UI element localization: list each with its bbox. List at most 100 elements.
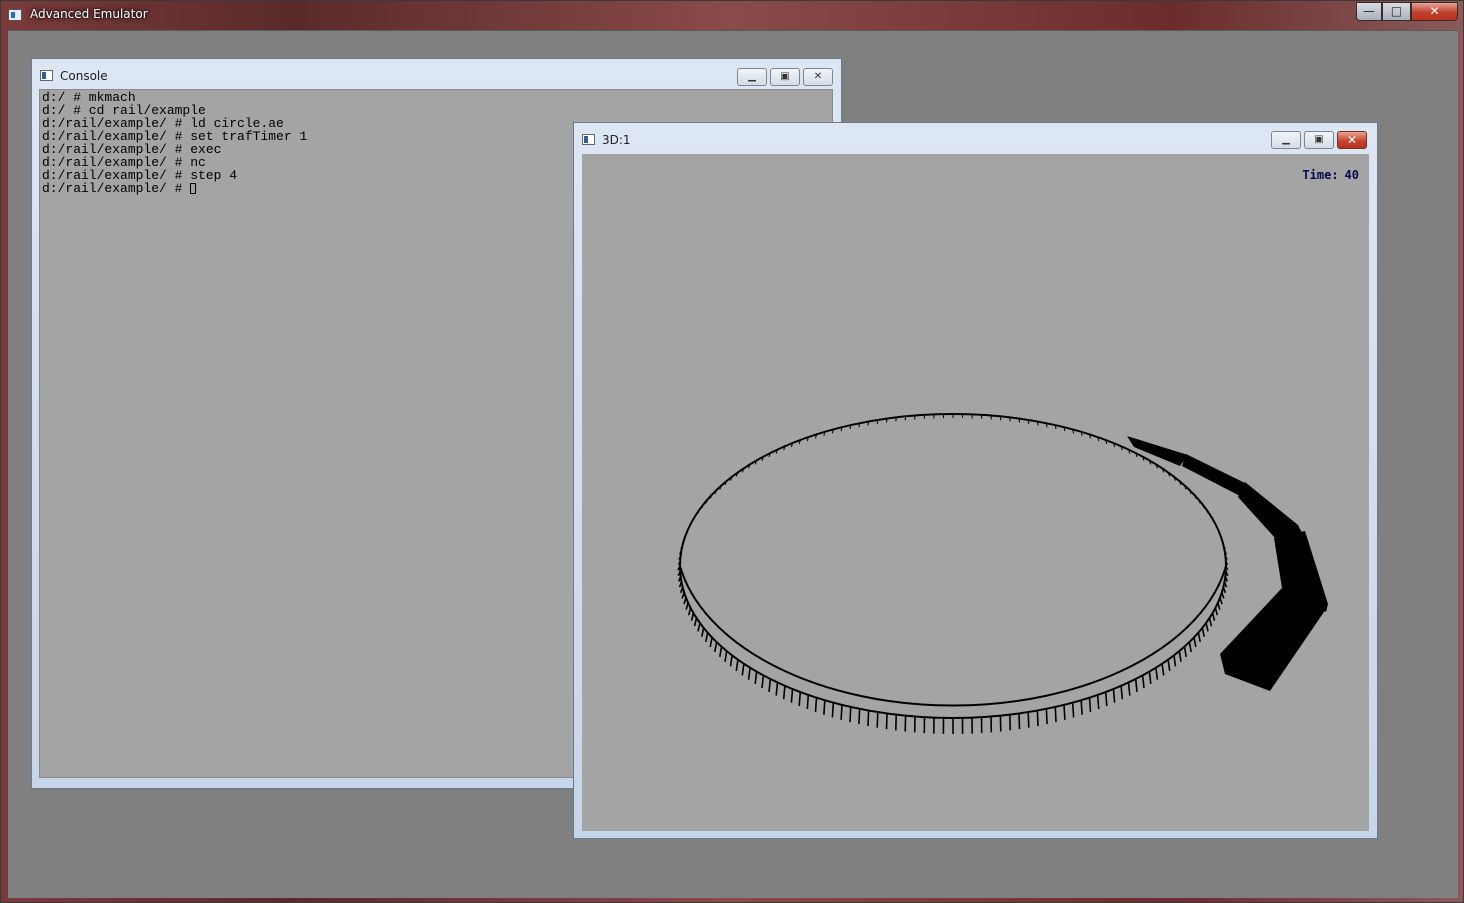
track-sleeper [729, 655, 733, 667]
track-sleeper [1222, 586, 1227, 594]
time-readout: Time: 40 [1302, 168, 1359, 182]
track-sleeper [849, 706, 852, 723]
track-sleeper [806, 694, 810, 710]
track-sleeper [687, 607, 692, 616]
view3d-window: 3D:1 ▁ ▣ ✕ Time: 40 [573, 122, 1378, 839]
track-sleeper [1036, 421, 1039, 426]
track-sleeper [775, 682, 779, 696]
track-sleeper [867, 421, 870, 426]
app-window-icon [8, 9, 22, 21]
console-title: Console [60, 69, 108, 83]
track-sleeper [679, 586, 684, 594]
train-car-2 [1182, 454, 1247, 496]
track-sleeper [768, 678, 772, 692]
train-locomotive [1220, 588, 1326, 691]
track-sleeper [1054, 425, 1057, 430]
main-titlebar[interactable]: Advanced Emulator — □ ✕ [1, 1, 1464, 31]
track-sleeper [1027, 419, 1030, 424]
track-sleeper [1018, 713, 1021, 730]
track-sleeper [741, 663, 745, 676]
track-sleeper [1063, 704, 1066, 720]
track-sleeper [1018, 418, 1020, 423]
view3d-maximize-button[interactable]: ▣ [1304, 131, 1334, 149]
3d-viewport[interactable]: Time: 40 [582, 154, 1369, 831]
track-sleeper [886, 418, 888, 423]
console-titlebar[interactable]: Console ▁ ▣ ✕ [32, 59, 841, 89]
track-sleeper [709, 637, 713, 648]
track-sleeper [823, 700, 826, 715]
track-sleeper [701, 627, 705, 637]
close-button[interactable]: ✕ [1411, 2, 1458, 21]
track-sleeper [1104, 691, 1108, 707]
track-sleeper [1054, 706, 1057, 723]
track-sleeper [1167, 659, 1171, 672]
track-sleeper [1217, 602, 1221, 610]
console-close-button[interactable]: ✕ [803, 68, 833, 86]
track-sleeper [1036, 710, 1039, 727]
track-sleeper [1211, 612, 1216, 621]
minimize-button[interactable]: — [1356, 2, 1382, 21]
track-sleeper [1096, 694, 1100, 710]
view3d-close-button[interactable]: ✕ [1337, 131, 1367, 149]
track-sleeper [858, 423, 861, 428]
view3d-titlebar[interactable]: 3D:1 ▁ ▣ ✕ [574, 123, 1377, 153]
track-sleeper [876, 712, 879, 728]
train-car-1 [1127, 436, 1188, 466]
track-sleeper [858, 708, 861, 725]
track-sleeper [1221, 592, 1225, 599]
view3d-window-icon [582, 134, 595, 145]
track-sleeper [1088, 697, 1092, 713]
track-sleeper [849, 425, 852, 430]
track-sleeper [1141, 675, 1145, 689]
track-sleeper [697, 622, 701, 632]
track-sleeper [761, 675, 765, 689]
track-sleeper [735, 659, 739, 672]
track-sleeper [685, 602, 689, 610]
track-sleeper [1127, 682, 1131, 696]
view3d-minimize-button[interactable]: ▁ [1271, 131, 1301, 149]
track-sleeper [1223, 581, 1228, 588]
track-sleeper [754, 671, 758, 684]
track-sleeper [840, 704, 843, 720]
track-sleeper [690, 612, 695, 621]
track-sleeper [678, 581, 683, 588]
track-sleeper [724, 650, 728, 662]
track-sleeper [747, 667, 751, 680]
track-sleeper [1201, 627, 1205, 637]
3d-scene [677, 413, 1328, 734]
track-sleeper [1208, 617, 1213, 627]
track-sleeper [1183, 646, 1187, 658]
track-sleeper [1161, 663, 1165, 676]
track-sleeper [1214, 607, 1219, 616]
track-sleeper [1193, 637, 1197, 648]
track-sleeper [1027, 712, 1030, 728]
track-sleeper [876, 419, 879, 424]
track-sleeper [1134, 678, 1138, 692]
text-cursor [190, 183, 197, 194]
console-line: d:/rail/example/ # [42, 182, 307, 195]
track-sleeper [1188, 641, 1192, 653]
track-sleeper [1045, 423, 1048, 428]
console-maximize-button[interactable]: ▣ [770, 68, 800, 86]
track-sleeper [1219, 597, 1223, 605]
main-window: Advanced Emulator — □ ✕ Console ▁ ▣ ✕ d:… [0, 0, 1464, 903]
track-sleeper [1112, 688, 1116, 703]
track-sleeper [719, 646, 723, 658]
track-sleeper [1205, 622, 1209, 632]
track-sleeper [693, 617, 698, 627]
track-sleeper [1173, 655, 1177, 667]
track-sleeper [683, 597, 687, 605]
time-label: Time: [1302, 168, 1339, 182]
track-sleeper [1178, 650, 1182, 662]
view3d-title: 3D:1 [602, 133, 631, 147]
console-minimize-button[interactable]: ▁ [737, 68, 767, 86]
track-sleeper [885, 713, 888, 730]
track-sleeper [790, 688, 794, 703]
track-sleeper [1155, 667, 1159, 680]
track-sleeper [831, 702, 835, 718]
track-sleeper [814, 697, 818, 713]
track-sleeper [1197, 632, 1201, 643]
time-value: 40 [1344, 168, 1359, 182]
maximize-button[interactable]: □ [1382, 2, 1411, 21]
console-text: d:/ # mkmach d:/ # cd rail/example d:/rail… [42, 91, 307, 195]
